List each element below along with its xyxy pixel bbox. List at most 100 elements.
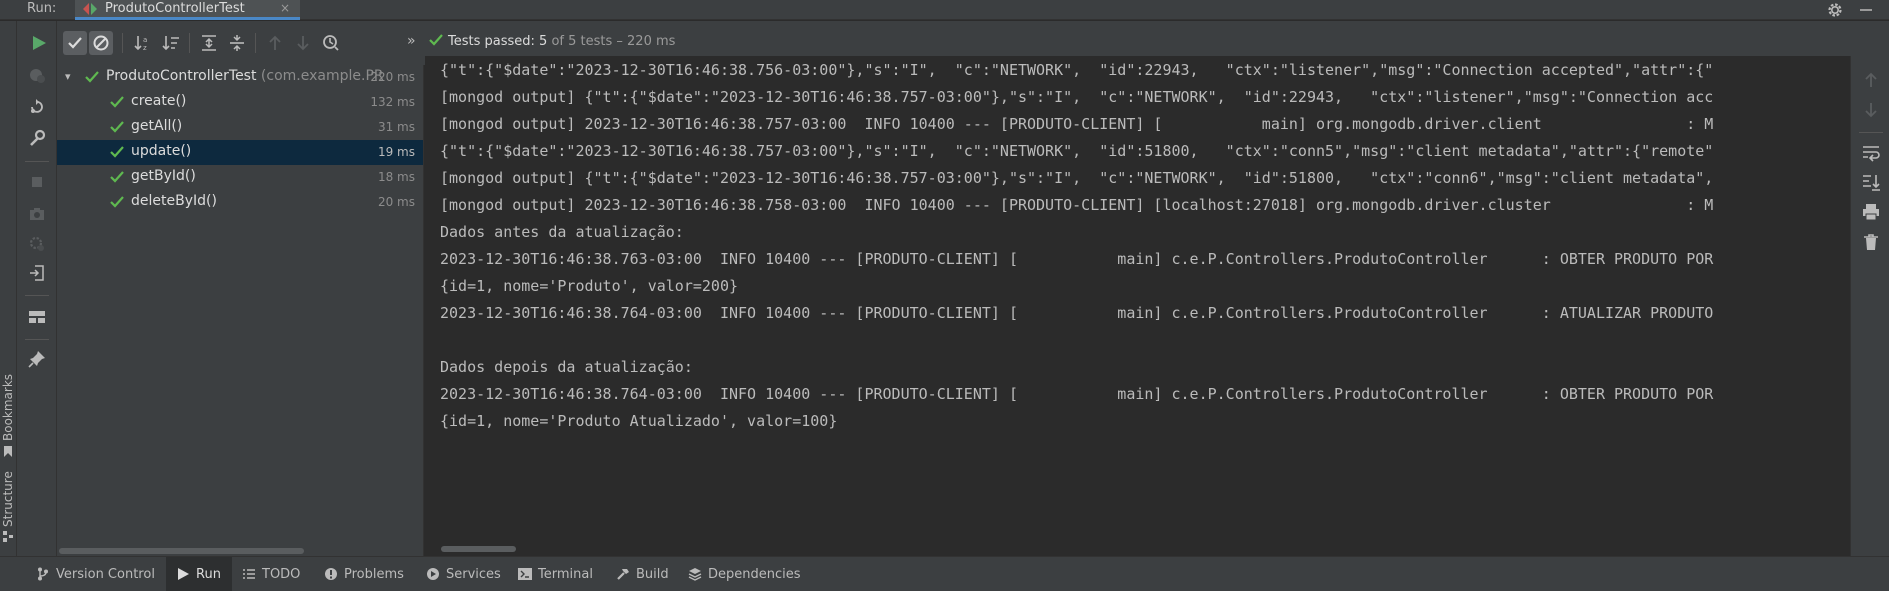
- bottom-tab-problems[interactable]: Problems: [314, 557, 414, 591]
- arrow-up-icon[interactable]: [1861, 70, 1881, 90]
- arrow-down-icon[interactable]: [1861, 100, 1881, 120]
- sort-duration-icon: [162, 36, 179, 51]
- run-window-header: Run: ProdutoControllerTest ×: [0, 0, 1889, 20]
- rerun-failed-icon[interactable]: [27, 65, 47, 85]
- gear-icon[interactable]: [1826, 1, 1844, 19]
- close-icon[interactable]: ×: [280, 1, 290, 15]
- soft-wrap-icon[interactable]: [1861, 142, 1881, 162]
- test-duration: 132 ms: [370, 95, 415, 109]
- bottom-tab-label: Build: [636, 567, 669, 582]
- toolbar-separator: [1859, 132, 1883, 133]
- show-ignored-button[interactable]: [89, 31, 113, 55]
- sort-alpha-icon: a z: [134, 36, 147, 52]
- previous-failed-button[interactable]: [263, 31, 287, 55]
- chevron-down-icon[interactable]: ▾: [65, 70, 71, 83]
- play-icon[interactable]: [31, 35, 47, 51]
- clock-icon: [323, 35, 339, 51]
- console-line: 2023-12-30T16:46:38.764-03:00 INFO 10400…: [440, 385, 1714, 403]
- toolbar-separator: [255, 33, 256, 53]
- toolbar-separator: [122, 33, 123, 53]
- tab-title: ProdutoControllerTest: [105, 1, 245, 16]
- wrench-icon[interactable]: [27, 128, 47, 148]
- services-icon: [427, 568, 439, 580]
- check-icon: [110, 96, 124, 108]
- expand-all-button[interactable]: [197, 31, 221, 55]
- svg-text:a: a: [143, 36, 147, 44]
- run-label: Run:: [27, 1, 57, 16]
- run-side-toolbar: [17, 21, 57, 556]
- tree-test-row[interactable]: deleteById() 20 ms: [57, 190, 423, 215]
- stop-icon[interactable]: [27, 172, 47, 192]
- bottom-tab-run[interactable]: Run: [166, 557, 232, 591]
- sort-by-duration-button[interactable]: [159, 31, 183, 55]
- structure-tab[interactable]: Structure: [1, 471, 15, 527]
- bottom-tab-terminal[interactable]: Terminal: [508, 557, 604, 591]
- console-line: {id=1, nome='Produto Atualizado', valor=…: [440, 412, 838, 430]
- bottom-tab-services[interactable]: Services: [416, 557, 512, 591]
- tree-test-row-selected[interactable]: update() 19 ms: [57, 140, 423, 165]
- list-icon: [243, 569, 255, 579]
- tab-produto-controller-test[interactable]: ProdutoControllerTest ×: [75, 0, 300, 20]
- bookmarks-tab[interactable]: Bookmarks: [1, 374, 15, 441]
- test-duration: 31 ms: [377, 120, 415, 134]
- check-icon: [85, 71, 99, 83]
- test-name: update(): [131, 143, 192, 159]
- structure-icon[interactable]: [3, 531, 13, 542]
- bottom-tab-label: Dependencies: [708, 567, 801, 582]
- console-line: [mongod output] {"t":{"$date":"2023-12-3…: [440, 169, 1714, 187]
- minimize-icon[interactable]: [1860, 9, 1872, 11]
- arrow-up-icon: [269, 35, 281, 50]
- test-duration: 18 ms: [377, 170, 415, 184]
- show-passed-button[interactable]: [63, 31, 87, 55]
- collapse-all-button[interactable]: [225, 31, 249, 55]
- play-icon: [178, 568, 189, 580]
- bottom-tab-todo[interactable]: TODO: [232, 557, 308, 591]
- test-history-button[interactable]: [319, 31, 343, 55]
- bottom-tab-build[interactable]: Build: [606, 557, 682, 591]
- bookmark-icon[interactable]: [3, 446, 13, 457]
- scroll-to-end-icon[interactable]: [1861, 172, 1881, 192]
- console-output[interactable]: {"t":{"$date":"2023-12-30T16:46:38.756-0…: [425, 56, 1850, 556]
- next-failed-button[interactable]: [291, 31, 315, 55]
- rerun-icon[interactable]: [27, 97, 47, 117]
- pin-icon[interactable]: [27, 349, 47, 369]
- tree-test-row[interactable]: getAll() 31 ms: [57, 115, 423, 140]
- trash-icon[interactable]: [1861, 232, 1881, 252]
- print-icon[interactable]: [1861, 202, 1881, 222]
- console-line: Dados antes da atualização:: [440, 223, 684, 241]
- sort-alphabetically-button[interactable]: a z: [131, 31, 155, 55]
- collapse-all-icon: [230, 35, 244, 51]
- terminal-icon: [518, 568, 532, 580]
- layout-icon[interactable]: [27, 307, 47, 327]
- tree-test-row[interactable]: getById() 18 ms: [57, 165, 423, 190]
- tree-root-name: ProdutoControllerTest: [106, 68, 257, 84]
- tree-root-row[interactable]: ▾ ProdutoControllerTest (com.example.PR …: [57, 65, 423, 90]
- status-suffix: of 5 tests – 220 ms: [551, 34, 676, 49]
- console-line: {id=1, nome='Produto', valor=200}: [440, 277, 739, 295]
- test-duration: 19 ms: [377, 145, 415, 159]
- side-tool-strip: Bookmarks Structure: [0, 21, 17, 556]
- horizontal-scrollbar[interactable]: [441, 546, 516, 552]
- bottom-tab-label: TODO: [262, 567, 301, 582]
- tree-test-row[interactable]: create() 132 ms: [57, 90, 423, 115]
- toolbar-separator: [25, 161, 49, 162]
- bottom-tab-dependencies[interactable]: Dependencies: [678, 557, 808, 591]
- horizontal-scrollbar[interactable]: [59, 548, 304, 554]
- chevron-right-icon[interactable]: »: [407, 33, 416, 49]
- console-line: Dados depois da atualização:: [440, 358, 693, 376]
- bottom-tab-label: Services: [446, 567, 501, 582]
- console-toolbar: [1850, 56, 1889, 556]
- camera-icon[interactable]: [27, 204, 47, 224]
- test-status: Tests passed: 5 of 5 tests – 220 ms: [429, 34, 675, 49]
- svg-text:z: z: [143, 44, 147, 52]
- test-duration: 20 ms: [377, 195, 415, 209]
- settings-gear-icon[interactable]: [27, 234, 47, 254]
- bottom-tab-label: Run: [196, 567, 221, 582]
- bottom-tab-version-control[interactable]: Version Control: [26, 557, 161, 591]
- import-icon[interactable]: [27, 263, 47, 283]
- check-icon: [110, 146, 124, 158]
- bottom-tab-label: Problems: [344, 567, 404, 582]
- check-icon: [68, 37, 82, 49]
- test-name: deleteById(): [131, 193, 217, 209]
- console-line: [mongod output] 2023-12-30T16:46:38.758-…: [440, 196, 1714, 214]
